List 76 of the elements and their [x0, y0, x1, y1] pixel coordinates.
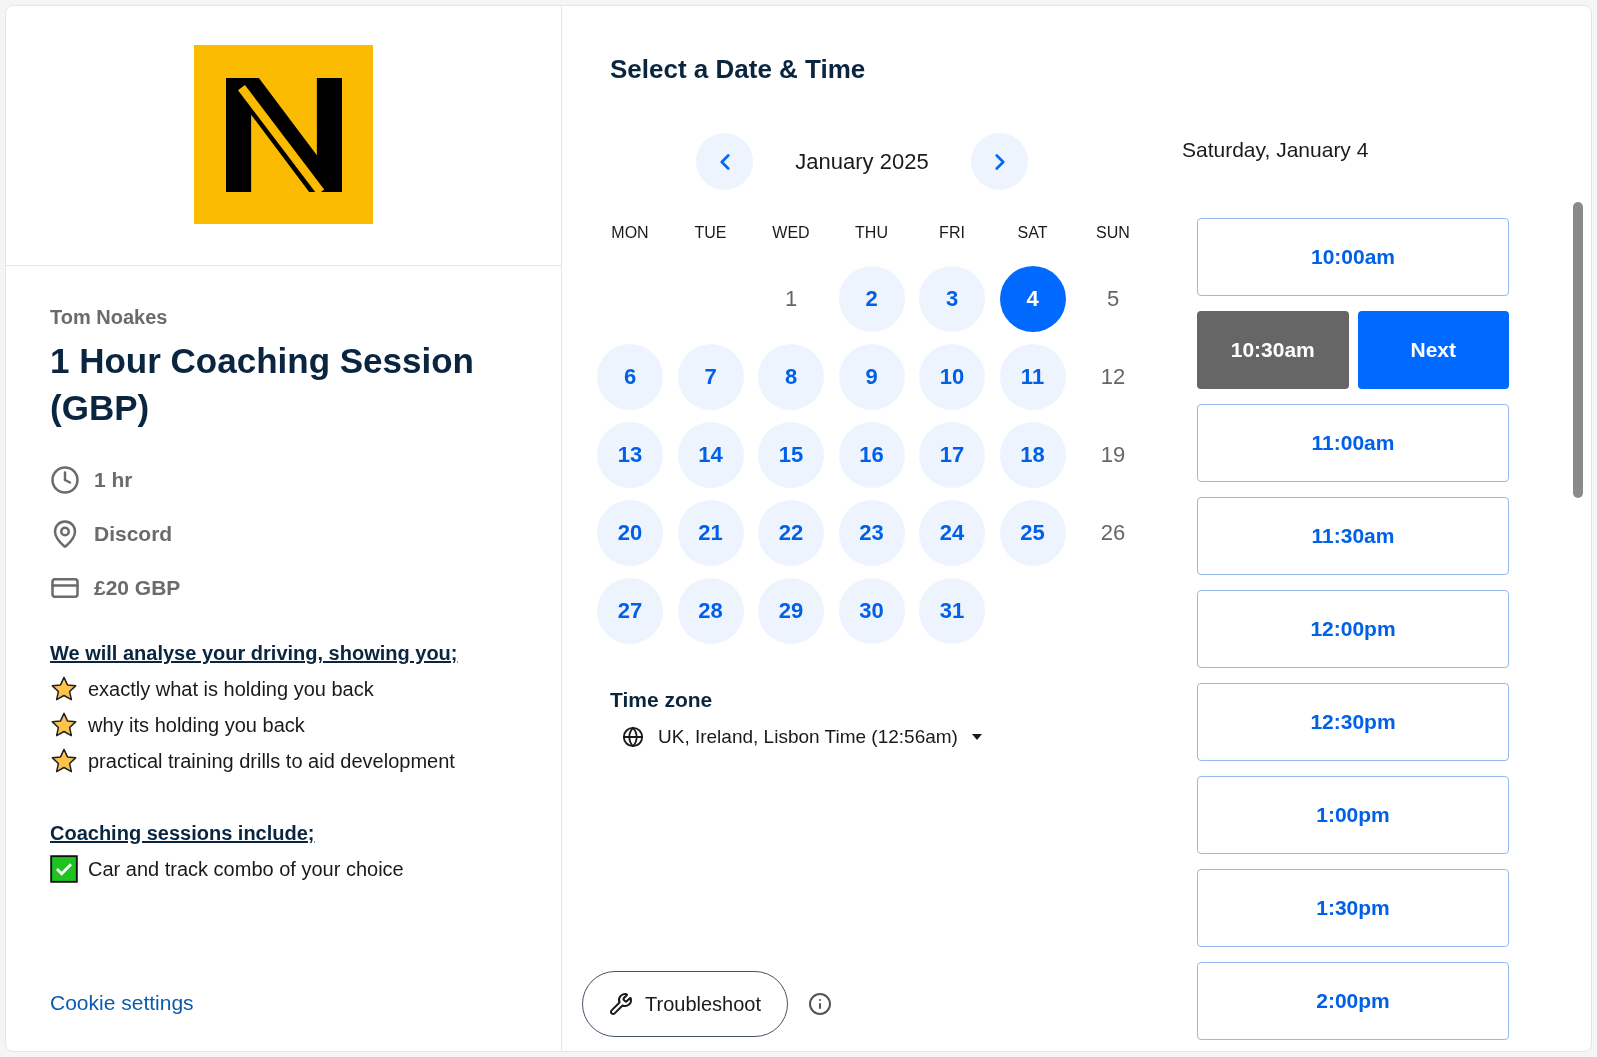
- calendar-day[interactable]: 22: [758, 500, 824, 566]
- star-icon: [50, 747, 78, 775]
- event-detail: £20 GBP: [94, 576, 181, 600]
- calendar-day[interactable]: 8: [758, 344, 824, 410]
- time-zone-dropdown[interactable]: UK, Ireland, Lisbon Time (12:56am): [622, 726, 982, 748]
- calendar-day[interactable]: 3: [919, 266, 985, 332]
- calendar-day[interactable]: 25: [999, 500, 1066, 566]
- description-item: exactly what is holding you back: [88, 677, 374, 702]
- weekday-label: FRI: [938, 224, 966, 243]
- time-zone-label: Time zone: [610, 688, 714, 712]
- check-mark-icon: [50, 855, 78, 883]
- event-detail: 1 hr: [94, 468, 133, 492]
- description-item: why its holding you back: [88, 713, 305, 738]
- weekday-label: SAT: [1016, 224, 1049, 243]
- calendar-day[interactable]: 26: [1080, 500, 1146, 566]
- weekday-label: SUN: [1095, 224, 1131, 243]
- calendar-day[interactable]: 21: [677, 500, 744, 566]
- calendar-day[interactable]: 7: [677, 344, 744, 410]
- month-label: January 2025: [794, 148, 930, 175]
- star-icon: [50, 675, 78, 703]
- time-slot-button[interactable]: 1:30pm: [1197, 869, 1509, 947]
- calendar-day[interactable]: 17: [919, 422, 985, 488]
- caret-icon: [971, 734, 982, 740]
- calendar-day[interactable]: 5: [1080, 266, 1146, 332]
- calendar-day[interactable]: 31: [919, 578, 985, 644]
- calendar-day[interactable]: 9: [838, 344, 905, 410]
- calendar-day[interactable]: 20: [597, 500, 663, 566]
- calendar-day[interactable]: 1: [758, 266, 824, 332]
- time-slot-button[interactable]: 2:00pm: [1197, 962, 1509, 1040]
- selected-date: Saturday, January 4: [1182, 138, 1370, 162]
- calendar-day[interactable]: 27: [597, 578, 663, 644]
- scrollbar[interactable]: [1573, 202, 1583, 498]
- time-slot-button[interactable]: 11:30am: [1197, 497, 1509, 575]
- troubleshoot-button[interactable]: Troubleshoot: [582, 971, 788, 1037]
- event-detail: Discord: [94, 522, 173, 546]
- calendar-day[interactable]: 13: [597, 422, 663, 488]
- calendar-day[interactable]: 29: [758, 578, 824, 644]
- picker-title: Select a Date & Time: [610, 54, 867, 85]
- calendar-day[interactable]: 14: [677, 422, 744, 488]
- time-slot-button[interactable]: 10:30am: [1197, 311, 1349, 389]
- weekday-label: THU: [854, 224, 889, 243]
- cookie-settings-link[interactable]: Cookie settings: [50, 991, 194, 1015]
- time-slot-button[interactable]: 12:00pm: [1197, 590, 1509, 668]
- calendar-day[interactable]: 19: [1080, 422, 1146, 488]
- calendar-day[interactable]: 23: [838, 500, 905, 566]
- calendar-day[interactable]: 18: [999, 422, 1066, 488]
- next-button[interactable]: Next: [1357, 311, 1509, 389]
- calendar-day[interactable]: 28: [677, 578, 744, 644]
- wrench-icon: [609, 992, 633, 1016]
- time-slot-button[interactable]: 12:30pm: [1197, 683, 1509, 761]
- time-slot-button[interactable]: 1:00pm: [1197, 776, 1509, 854]
- calendar-day[interactable]: 30: [838, 578, 905, 644]
- description-heading: Coaching sessions include;: [50, 821, 315, 846]
- calendar-day[interactable]: 6: [597, 344, 663, 410]
- calendar-day[interactable]: 12: [1080, 344, 1146, 410]
- event-title: 1 Hour Coaching Session (GBP): [50, 340, 475, 429]
- description-item: practical training drills to aid development: [88, 749, 455, 774]
- time-slot-button[interactable]: 11:00am: [1197, 404, 1509, 482]
- calendar-day[interactable]: 16: [838, 422, 905, 488]
- calendar-day[interactable]: 15: [758, 422, 824, 488]
- description-item: Car and track combo of your choice: [88, 857, 404, 882]
- calendar-day[interactable]: 24: [919, 500, 985, 566]
- calendar-day[interactable]: 10: [919, 344, 985, 410]
- organizer-name: Tom Noakes: [50, 306, 169, 329]
- calendar-day[interactable]: 4: [999, 266, 1066, 332]
- weekday-label: TUE: [693, 224, 728, 243]
- info-icon[interactable]: [808, 992, 832, 1016]
- weekday-label: MON: [610, 224, 650, 243]
- clock-icon: [50, 465, 80, 495]
- description-heading: We will analyse your driving, showing you;: [50, 641, 458, 666]
- calendar-day[interactable]: 11: [999, 344, 1066, 410]
- weekday-label: WED: [771, 224, 811, 243]
- star-icon: [50, 711, 78, 739]
- globe-icon: [622, 726, 644, 748]
- time-slot-button[interactable]: 10:00am: [1197, 218, 1509, 296]
- calendar-day[interactable]: 2: [838, 266, 905, 332]
